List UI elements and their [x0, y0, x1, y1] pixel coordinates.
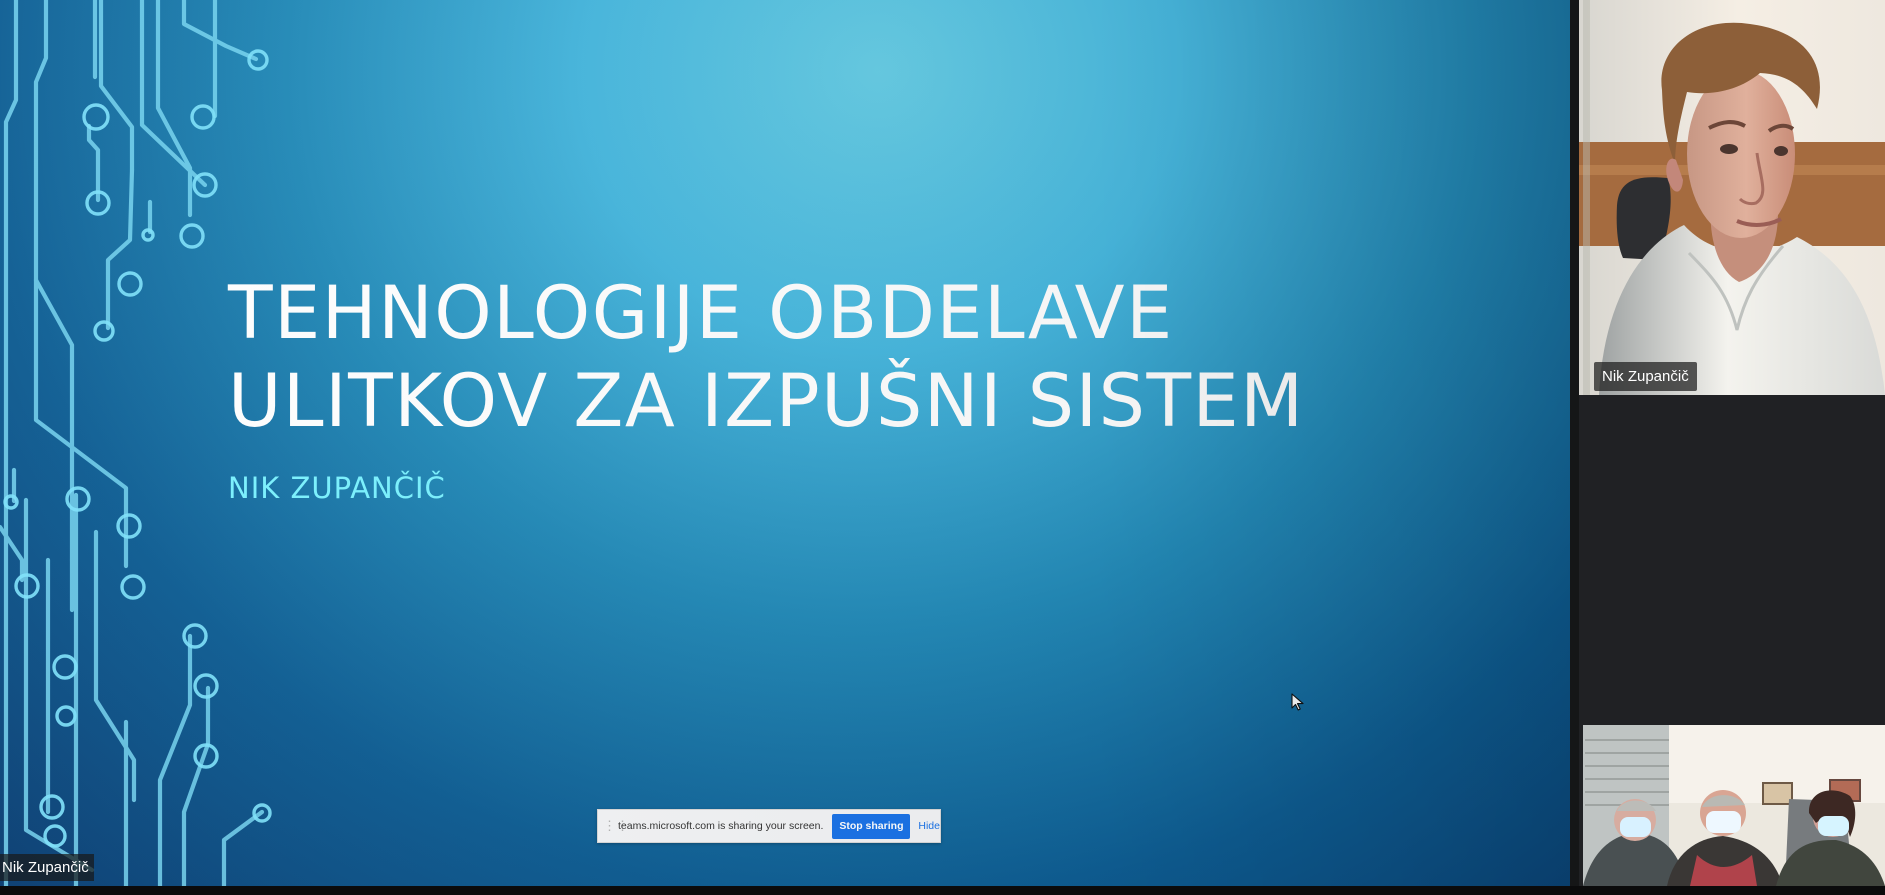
meeting-room-video[interactable] — [1583, 725, 1885, 886]
presenter-name-label: Nik Zupančič — [0, 854, 94, 881]
screen-sharing-notice: ⋮⋮ teams.microsoft.com is sharing your s… — [597, 809, 941, 843]
screen-share-call-window: TEHNOLOGIJE OBDELAVE ULITKOV ZA IZPUŠNI … — [0, 0, 1885, 895]
stop-sharing-button[interactable]: Stop sharing — [832, 813, 911, 839]
presentation-slide: TEHNOLOGIJE OBDELAVE ULITKOV ZA IZPUŠNI … — [0, 0, 1570, 886]
hide-sharing-notice-link[interactable]: Hide — [918, 820, 940, 832]
panel-divider — [1570, 0, 1579, 886]
main-participant-video[interactable]: Nik Zupančič — [1579, 0, 1885, 395]
slide-title: TEHNOLOGIJE OBDELAVE ULITKOV ZA IZPUŠNI … — [228, 270, 1305, 446]
slide-title-line-2: ULITKOV ZA IZPUŠNI SISTEM — [228, 359, 1305, 444]
meeting-room-camera-feed — [1583, 725, 1885, 886]
slide-subtitle: NIK ZUPANČIČ — [228, 471, 446, 505]
slide-title-line-1: TEHNOLOGIJE OBDELAVE — [228, 271, 1174, 356]
participant-camera-feed — [1579, 0, 1885, 395]
participant-name-label: Nik Zupančič — [1594, 362, 1697, 391]
cursor-icon — [1291, 693, 1304, 711]
bottom-bar — [0, 886, 1885, 895]
screen-sharing-message: teams.microsoft.com is sharing your scre… — [618, 820, 824, 832]
drag-handle-icon[interactable]: ⋮⋮ — [603, 819, 629, 832]
